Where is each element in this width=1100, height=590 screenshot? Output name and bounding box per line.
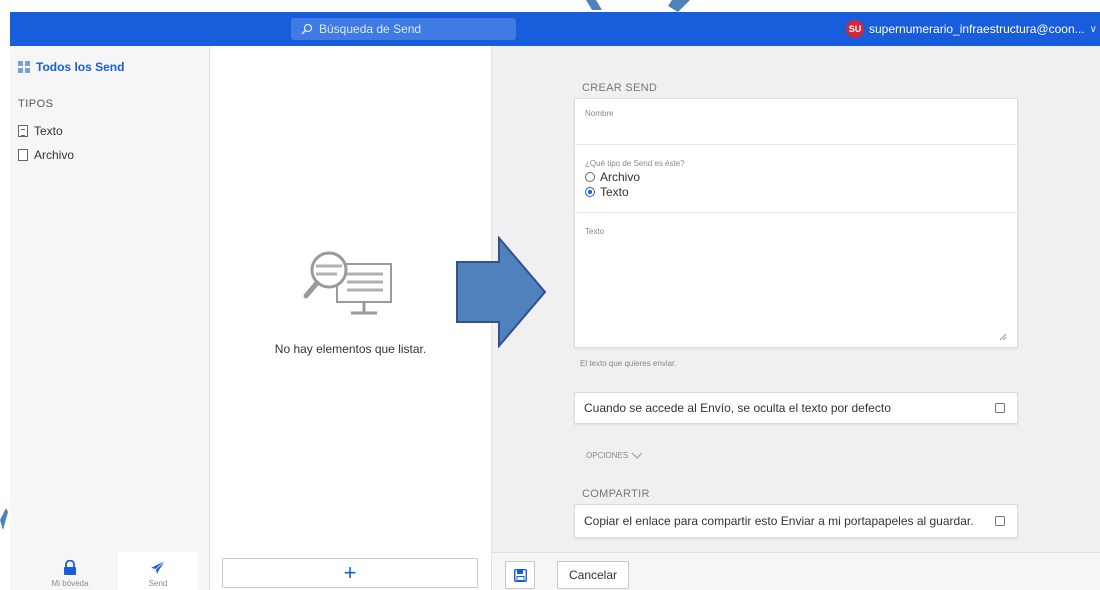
text-area-field[interactable]: Texto xyxy=(575,213,1017,349)
text-label: Texto xyxy=(585,227,605,236)
create-send-card: Nombre ¿Qué tipo de Send es éste? Archiv… xyxy=(574,98,1018,348)
search-placeholder: Búsqueda de Send xyxy=(319,22,422,36)
name-field[interactable]: Nombre xyxy=(575,99,1017,145)
save-button[interactable] xyxy=(505,561,535,589)
radio-label: Archivo xyxy=(600,170,641,184)
hide-text-checkbox[interactable] xyxy=(995,403,1005,413)
radio-option-file[interactable]: Archivo xyxy=(585,170,1007,184)
send-type-question: ¿Qué tipo de Send es éste? xyxy=(585,159,685,168)
types-heading: TIPOS xyxy=(18,98,54,110)
send-list-panel: No hay elementos que listar. + xyxy=(210,46,492,590)
bottom-nav: Mi bóveda Send xyxy=(10,552,209,590)
radio-button[interactable] xyxy=(585,172,595,182)
sidebar-item-file[interactable]: Archivo xyxy=(18,148,74,162)
pointer-arrow-annotation xyxy=(456,236,547,348)
add-send-button[interactable]: + xyxy=(222,558,478,588)
grid-icon xyxy=(18,61,30,73)
sidebar-item-text[interactable]: Texto xyxy=(18,124,63,138)
hide-text-label: Cuando se accede al Envío, se oculta el … xyxy=(584,401,891,415)
sidebar-item-all-sends[interactable]: Todos los Send xyxy=(18,60,124,74)
radio-option-text[interactable]: Texto xyxy=(585,185,1007,199)
avatar: SU xyxy=(846,20,864,38)
send-type-group: ¿Qué tipo de Send es éste? Archivo Texto xyxy=(575,145,1017,213)
send-form-panel: CREAR SEND Nombre ¿Qué tipo de Send es é… xyxy=(492,46,1100,590)
nav-send[interactable]: Send xyxy=(118,552,198,590)
lock-icon xyxy=(64,560,76,575)
sidebar: Todos los Send TIPOS Texto Archivo Mi bó… xyxy=(10,46,210,590)
chevron-down-icon: ∨ xyxy=(1089,23,1097,35)
create-send-heading: CREAR SEND xyxy=(582,82,658,94)
cancel-button[interactable]: Cancelar xyxy=(557,561,629,589)
text-file-icon xyxy=(18,125,28,137)
paper-plane-icon xyxy=(151,560,166,574)
empty-list-message: No hay elementos que listar. xyxy=(274,342,427,356)
account-email: supernumerario_infraestructura@coon... xyxy=(869,22,1085,36)
account-menu[interactable]: SU supernumerario_infraestructura@coon..… xyxy=(846,18,1097,40)
hide-text-option[interactable]: Cuando se accede al Envío, se oculta el … xyxy=(574,392,1018,424)
name-label: Nombre xyxy=(585,109,614,118)
radio-button[interactable] xyxy=(585,187,595,197)
search-input[interactable]: Búsqueda de Send xyxy=(291,18,516,40)
copy-link-option[interactable]: Copiar el enlace para compartir esto Env… xyxy=(574,504,1018,538)
save-icon xyxy=(513,568,527,582)
options-label: OPCIONES xyxy=(586,451,629,460)
radio-label: Texto xyxy=(600,185,629,199)
sidebar-item-label: Archivo xyxy=(34,148,75,162)
copy-link-checkbox[interactable] xyxy=(995,516,1005,526)
text-hint: El texto que quieres enviar. xyxy=(580,359,677,368)
copy-link-label: Copiar el enlace para compartir esto Env… xyxy=(584,514,974,528)
file-icon xyxy=(18,149,28,161)
resize-handle-icon[interactable] xyxy=(999,333,1007,341)
search-icon xyxy=(301,23,313,35)
top-bar: Búsqueda de Send SU supernumerario_infra… xyxy=(10,12,1100,46)
chevron-down-icon xyxy=(631,452,643,459)
sidebar-item-label: Texto xyxy=(34,124,63,138)
sidebar-item-label: Todos los Send xyxy=(36,60,125,74)
left-edge-decoration xyxy=(0,508,8,530)
options-toggle[interactable]: OPCIONES xyxy=(586,451,643,460)
nav-label: Mi bóveda xyxy=(51,579,89,588)
form-footer: Cancelar xyxy=(492,552,1100,590)
empty-list-illustration xyxy=(303,251,392,315)
nav-label: Send xyxy=(148,579,168,588)
share-heading: COMPARTIR xyxy=(582,488,650,500)
nav-my-vault[interactable]: Mi bóveda xyxy=(30,552,110,590)
